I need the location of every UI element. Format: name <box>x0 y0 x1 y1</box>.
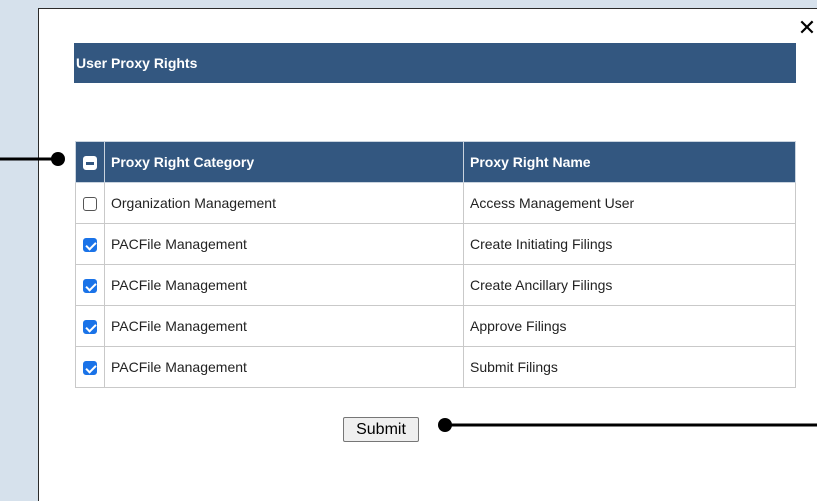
row-right-name: Create Ancillary Filings <box>463 264 796 306</box>
row-checkbox-cell <box>75 305 105 347</box>
close-icon[interactable]: ✕ <box>797 18 817 40</box>
row-category: Organization Management <box>104 182 464 224</box>
proxy-rights-table: Proxy Right Category Proxy Right Name Or… <box>75 141 796 388</box>
table-row: Organization Management Access Managemen… <box>75 182 796 224</box>
row-checkbox-cell <box>75 182 105 224</box>
submit-button[interactable]: Submit <box>343 417 419 442</box>
row-checkbox-cell <box>75 223 105 265</box>
table-row: PACFile Management Approve Filings <box>75 305 796 347</box>
column-header-name[interactable]: Proxy Right Name <box>463 141 796 183</box>
row-category: PACFile Management <box>104 346 464 388</box>
row-checkbox[interactable] <box>83 238 97 253</box>
proxy-rights-dialog: ✕ User Proxy Rights Proxy Right Category… <box>38 8 817 501</box>
row-category: PACFile Management <box>104 223 464 265</box>
column-header-category[interactable]: Proxy Right Category <box>104 141 464 183</box>
row-checkbox[interactable] <box>83 320 97 335</box>
row-category: PACFile Management <box>104 305 464 347</box>
row-checkbox[interactable] <box>83 197 97 212</box>
stage: ✕ User Proxy Rights Proxy Right Category… <box>0 0 817 501</box>
select-all-checkbox[interactable] <box>83 156 97 171</box>
row-right-name: Approve Filings <box>463 305 796 347</box>
select-all-cell <box>75 141 105 183</box>
table-row: PACFile Management Create Initiating Fil… <box>75 223 796 265</box>
row-right-name: Submit Filings <box>463 346 796 388</box>
row-category: PACFile Management <box>104 264 464 306</box>
row-checkbox-cell <box>75 346 105 388</box>
row-right-name: Create Initiating Filings <box>463 223 796 265</box>
dialog-title: User Proxy Rights <box>74 43 796 83</box>
table-row: PACFile Management Submit Filings <box>75 346 796 388</box>
row-checkbox[interactable] <box>83 279 97 294</box>
row-checkbox[interactable] <box>83 361 97 376</box>
row-right-name: Access Management User <box>463 182 796 224</box>
table-row: PACFile Management Create Ancillary Fili… <box>75 264 796 306</box>
row-checkbox-cell <box>75 264 105 306</box>
table-header-row: Proxy Right Category Proxy Right Name <box>75 141 796 183</box>
